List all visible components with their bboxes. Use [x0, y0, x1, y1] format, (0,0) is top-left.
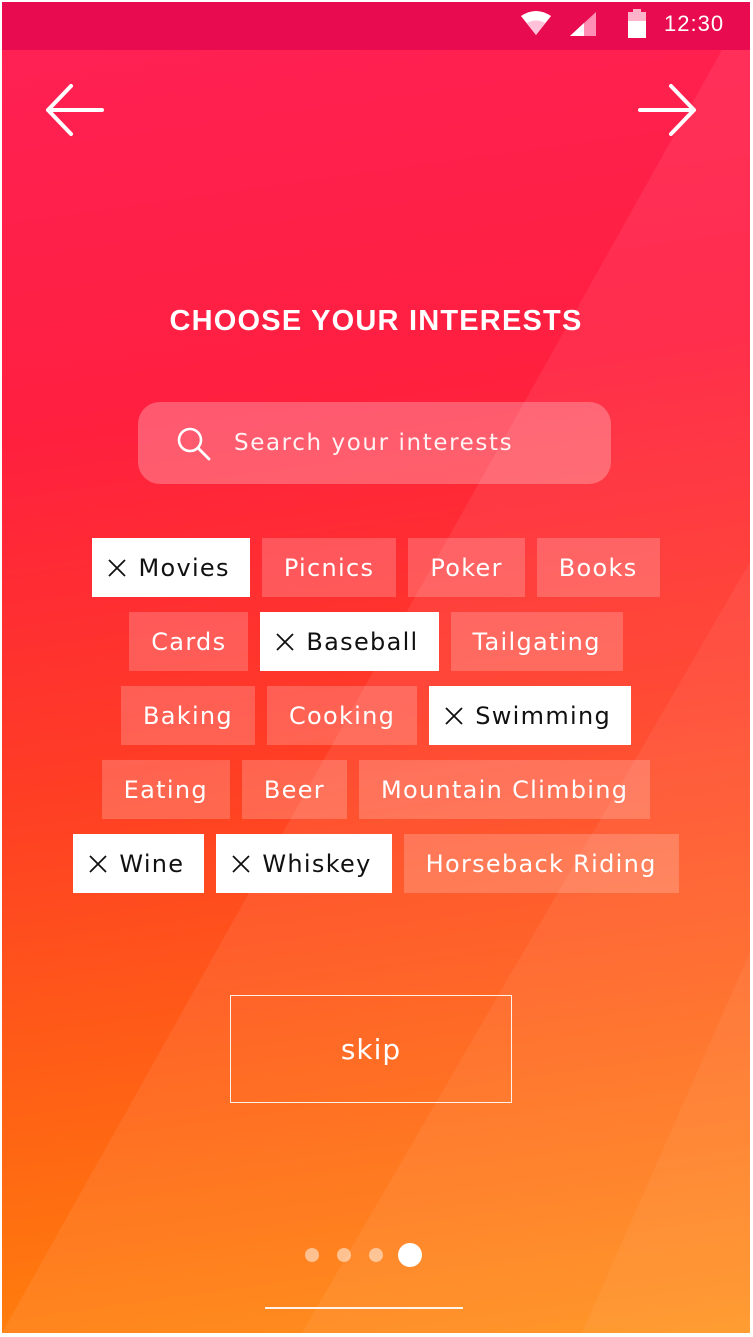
- next-button[interactable]: [636, 78, 700, 142]
- close-icon[interactable]: [89, 854, 107, 873]
- skip-button[interactable]: skip: [230, 995, 512, 1103]
- interest-chip-label: Tailgating: [472, 627, 601, 656]
- interest-chip-label: Baseball: [306, 627, 419, 656]
- interest-chip-books[interactable]: Books: [536, 538, 660, 597]
- interest-chip-baseball[interactable]: Baseball: [260, 612, 439, 671]
- interest-chip-label: Baking: [142, 701, 233, 730]
- interest-chip-label: Cooking: [288, 701, 396, 730]
- cellular-signal-icon: [570, 12, 596, 36]
- interest-chips: Movies Picnics Poker Books Cards Baseball Tail…: [2, 538, 750, 908]
- search-input[interactable]: [234, 402, 594, 484]
- page-dot[interactable]: [337, 1248, 351, 1262]
- close-icon[interactable]: [108, 558, 127, 577]
- interest-chip-label: Mountain Climbing: [380, 775, 629, 804]
- home-indicator: [265, 1307, 463, 1309]
- page-indicator: [302, 1242, 432, 1268]
- search-bar[interactable]: [138, 402, 611, 484]
- page-dot[interactable]: [369, 1248, 383, 1262]
- status-time: 12:30: [664, 11, 725, 36]
- interest-chip-baking[interactable]: Baking: [120, 686, 255, 745]
- interests-screen: 12:30 CHOOSE YOUR INTERESTS Movies Picnic…: [2, 2, 750, 1333]
- page-title: CHOOSE YOUR INTERESTS: [169, 305, 583, 337]
- interest-chip-mountain-climbing[interactable]: Mountain Climbing: [358, 760, 651, 819]
- interest-chip-label: Eating: [123, 775, 208, 804]
- interest-row: Movies Picnics Poker Books: [2, 538, 750, 597]
- close-icon[interactable]: [445, 706, 463, 725]
- close-icon[interactable]: [232, 854, 251, 873]
- close-icon[interactable]: [276, 632, 295, 651]
- interest-chip-label: Wine: [119, 849, 185, 878]
- interest-chip-label: Picnics: [283, 553, 375, 582]
- interest-chip-label: Movies: [138, 553, 230, 582]
- interest-chip-label: Beer: [263, 775, 325, 804]
- interest-chip-cooking[interactable]: Cooking: [266, 686, 418, 745]
- interest-chip-picnics[interactable]: Picnics: [261, 538, 397, 597]
- arrow-right-icon: [638, 84, 696, 136]
- interest-row: Eating Beer Mountain Climbing: [2, 760, 750, 819]
- back-button[interactable]: [42, 78, 106, 142]
- interest-chip-cards[interactable]: Cards: [129, 612, 249, 671]
- wifi-icon: [521, 11, 551, 35]
- page-dot[interactable]: [305, 1248, 319, 1262]
- interest-chip-label: Poker: [430, 553, 503, 582]
- interest-chip-swimming[interactable]: Swimming: [429, 686, 632, 745]
- interest-chip-label: Horseback Riding: [425, 849, 657, 878]
- interest-row: Cards Baseball Tailgating: [2, 612, 750, 671]
- status-bar: 12:30: [2, 2, 750, 50]
- interest-row: Baking Cooking Swimming: [2, 686, 750, 745]
- interest-chip-eating[interactable]: Eating: [101, 760, 230, 819]
- search-icon: [177, 427, 211, 461]
- interest-chip-whiskey[interactable]: Whiskey: [216, 834, 392, 893]
- interest-row: Wine Whiskey Horseback Riding: [2, 834, 750, 893]
- interest-chip-label: Cards: [151, 627, 227, 656]
- battery-icon: [628, 9, 646, 38]
- arrow-left-icon: [46, 84, 104, 136]
- interest-chip-label: Swimming: [475, 701, 612, 730]
- interest-chip-tailgating[interactable]: Tailgating: [450, 612, 623, 671]
- interest-chip-beer[interactable]: Beer: [241, 760, 347, 819]
- interest-chip-label: Books: [558, 553, 638, 582]
- interest-chip-label: Whiskey: [262, 849, 372, 878]
- interest-chip-horseback-riding[interactable]: Horseback Riding: [403, 834, 679, 893]
- interest-chip-wine[interactable]: Wine: [73, 834, 205, 893]
- page-dot[interactable]: [398, 1243, 422, 1267]
- interest-chip-movies[interactable]: Movies: [92, 538, 250, 597]
- interest-chip-poker[interactable]: Poker: [408, 538, 525, 597]
